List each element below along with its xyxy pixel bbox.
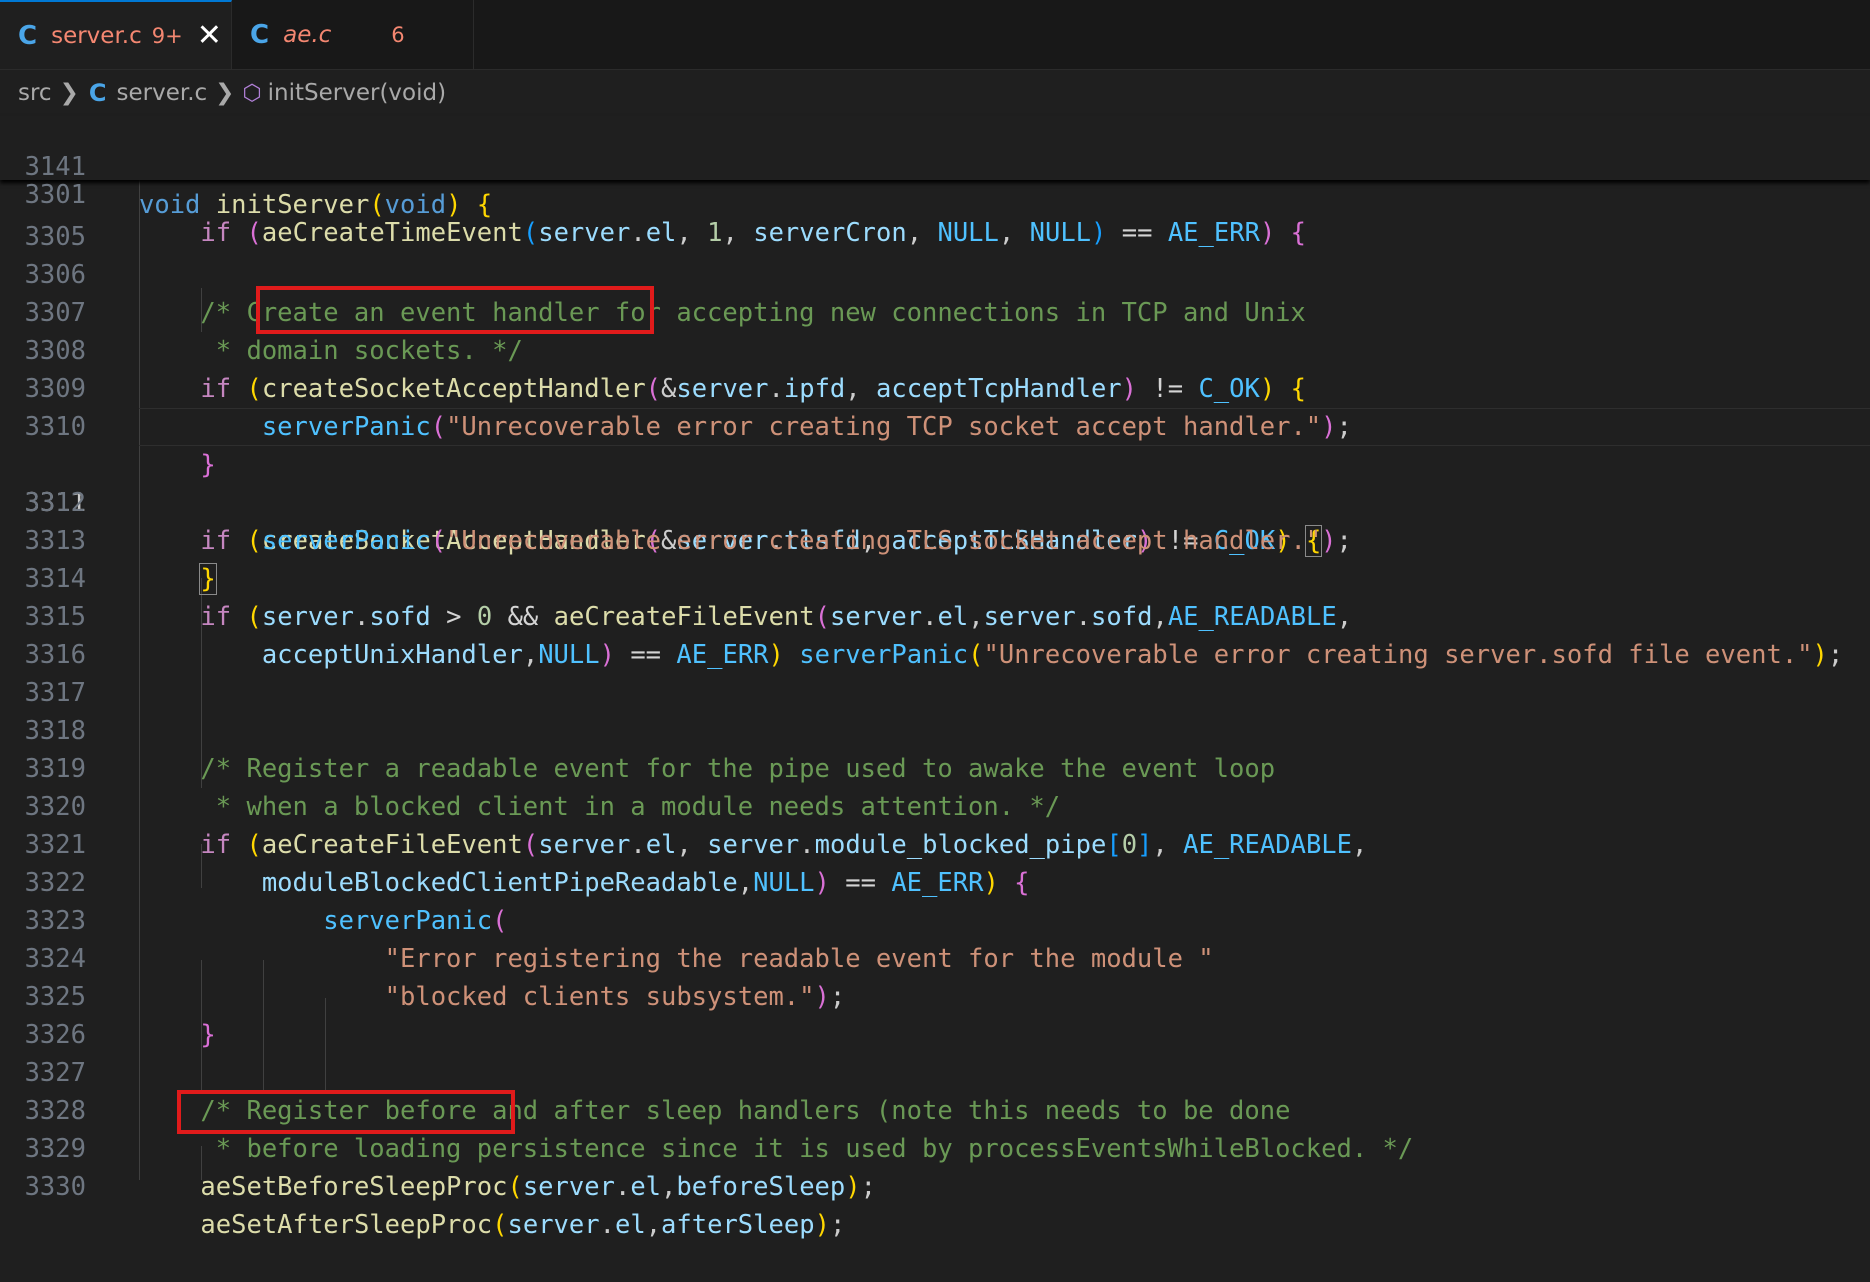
- line-number: 3330: [24, 1172, 86, 1202]
- code-line[interactable]: 3314 if (server.sofd > 0 && aeCreateFile…: [0, 522, 1870, 632]
- code-line[interactable]: 3321 moduleBlockedClientPipeReadable,NUL…: [0, 788, 1870, 898]
- line-number: 3301: [24, 180, 86, 210]
- method-cube-icon: ⬡: [242, 80, 262, 106]
- problems-count-badge: 9+: [151, 23, 183, 48]
- code-line[interactable]: 3310 }: [0, 370, 1870, 480]
- chevron-right-icon: ❯: [215, 80, 235, 106]
- code-line[interactable]: 3309 serverPanic("Unrecoverable error cr…: [0, 332, 1870, 442]
- highlight-box-aeSetBeforeSleepProc: [177, 1090, 515, 1134]
- code-line[interactable]: 3323 "Error registering the readable eve…: [0, 864, 1870, 974]
- code-line[interactable]: 3322 serverPanic(: [0, 826, 1870, 936]
- code-line[interactable]: 3327 /* Register before and after sleep …: [0, 1016, 1870, 1126]
- problems-count-badge: 6: [391, 22, 405, 47]
- close-icon[interactable]: ✕: [197, 20, 222, 51]
- c-language-icon: C: [18, 20, 38, 51]
- sticky-scroll-header[interactable]: 3141 void initServer(void) { 3301 if (ae…: [0, 116, 1870, 248]
- tab-label: server.c: [51, 22, 142, 49]
- breadcrumb-symbol[interactable]: initServer(void): [268, 80, 446, 106]
- code-line[interactable]: 3316: [0, 598, 1870, 670]
- current-code-line[interactable]: 3311 if (createSocketAcceptHandler(&serv…: [0, 408, 1870, 557]
- current-line-highlight: [139, 408, 1870, 446]
- code-text: aeSetAfterSleepProc(server.el,afterSleep…: [200, 1210, 846, 1240]
- code-line[interactable]: 3320 if (aeCreateFileEvent(server.el, se…: [0, 750, 1870, 860]
- code-line[interactable]: 3312 serverPanic("Unrecoverable error cr…: [0, 446, 1870, 556]
- c-language-icon: C: [250, 19, 270, 50]
- code-line[interactable]: 3319 * when a blocked client in a module…: [0, 712, 1870, 822]
- code-line[interactable]: 3324 "blocked clients subsystem.");: [0, 902, 1870, 1012]
- breadcrumb-file[interactable]: server.c: [117, 80, 208, 106]
- tab-ae-c[interactable]: C ae.c 6: [232, 0, 474, 69]
- code-line[interactable]: 3313 }: [0, 484, 1870, 595]
- c-language-icon: C: [88, 79, 107, 107]
- code-line[interactable]: 3325 }: [0, 940, 1870, 1050]
- code-line[interactable]: 3330 aeSetAfterSleepProc(server.el,after…: [0, 1130, 1870, 1240]
- code-line[interactable]: 3315 acceptUnixHandler,NULL) == AE_ERR) …: [0, 560, 1870, 670]
- highlight-box-createSocketAcceptHandler: [256, 286, 654, 334]
- tab-server-c[interactable]: C server.c 9+ ✕: [0, 0, 232, 69]
- code-line[interactable]: 3326: [0, 978, 1870, 1050]
- breadcrumb-folder[interactable]: src: [18, 80, 52, 106]
- code-editor[interactable]: 3141 void initServer(void) { 3301 if (ae…: [0, 116, 1870, 1240]
- chevron-right-icon: ❯: [59, 80, 79, 106]
- code-line[interactable]: 3318 /* Register a readable event for th…: [0, 674, 1870, 784]
- code-line[interactable]: 3317: [0, 636, 1870, 708]
- sticky-line[interactable]: 3301 if (aeCreateTimeEvent(server.el, 1,…: [0, 138, 1870, 248]
- tab-label: ae.c: [283, 21, 332, 48]
- code-line[interactable]: 3328 * before loading persistence since …: [0, 1054, 1870, 1164]
- editor-tab-bar: C server.c 9+ ✕ C ae.c 6: [0, 0, 1870, 70]
- code-text: if (aeCreateTimeEvent(server.el, 1, serv…: [200, 218, 1307, 248]
- code-text: aeSetBeforeSleepProc(server.el,beforeSle…: [200, 1172, 876, 1202]
